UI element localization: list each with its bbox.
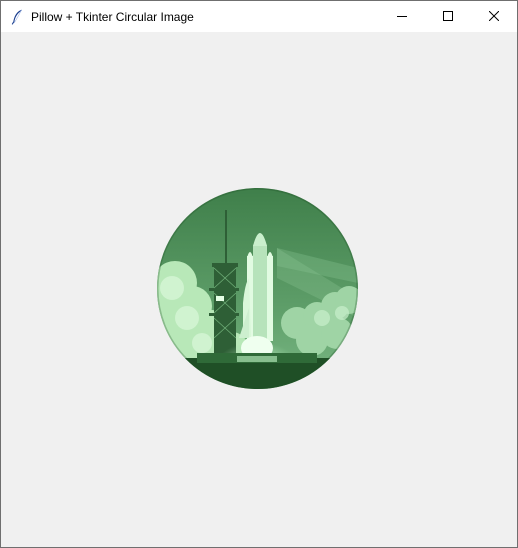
space-shuttle-launch-image bbox=[157, 188, 358, 389]
caption-buttons bbox=[379, 1, 517, 32]
client-area bbox=[1, 32, 517, 547]
close-button[interactable] bbox=[471, 1, 517, 32]
feather-icon bbox=[9, 9, 25, 25]
close-icon bbox=[488, 8, 500, 26]
minimize-button[interactable] bbox=[379, 1, 425, 32]
app-window: Pillow + Tkinter Circular Image bbox=[0, 0, 518, 548]
maximize-button[interactable] bbox=[425, 1, 471, 32]
maximize-icon bbox=[443, 8, 453, 26]
title-bar[interactable]: Pillow + Tkinter Circular Image bbox=[1, 1, 517, 32]
circular-image bbox=[157, 188, 358, 389]
minimize-icon bbox=[397, 8, 407, 26]
window-title: Pillow + Tkinter Circular Image bbox=[31, 9, 194, 24]
